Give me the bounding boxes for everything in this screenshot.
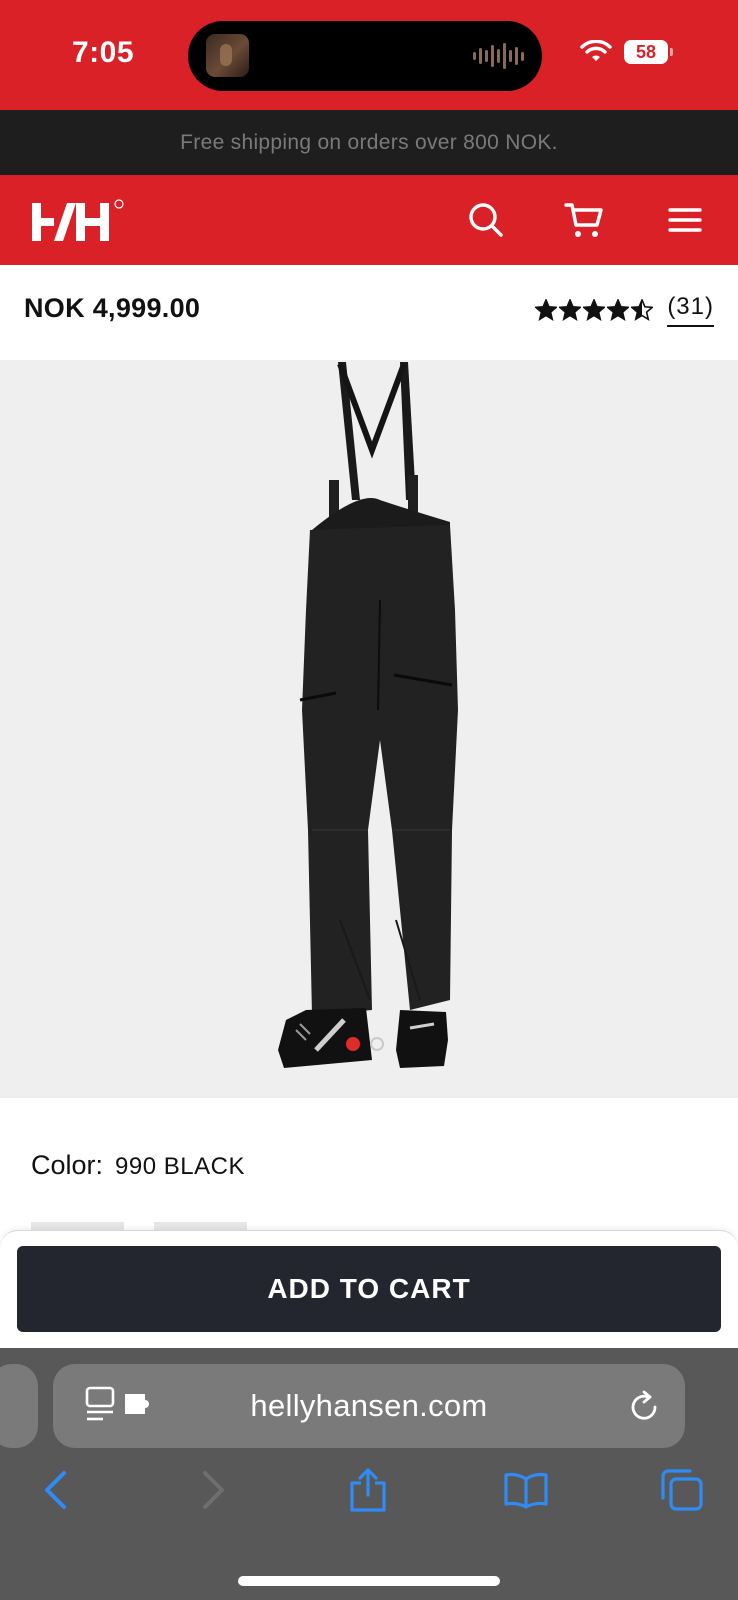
tabs-icon	[661, 1469, 703, 1511]
price-rating-row: NOK 4,999.00 (31)	[0, 265, 738, 360]
status-time: 7:05	[72, 36, 135, 69]
browser-bottom-bar: hellyhansen.com	[0, 1348, 738, 1600]
search-button[interactable]	[463, 197, 509, 243]
previous-tab-peek[interactable]	[0, 1364, 38, 1448]
forward-icon	[203, 1471, 224, 1509]
star-full-icon	[535, 299, 558, 321]
rating-stars	[535, 299, 654, 321]
battery-indicator: 58	[624, 40, 673, 64]
bookmarks-button[interactable]	[502, 1466, 550, 1514]
promo-banner: Free shipping on orders over 800 NOK.	[0, 110, 738, 175]
cart-icon	[564, 203, 603, 237]
star-full-icon	[583, 299, 606, 321]
color-value: 990 BLACK	[115, 1153, 245, 1180]
wifi-icon	[580, 40, 612, 61]
tabs-button[interactable]	[658, 1466, 706, 1514]
menu-button[interactable]	[662, 197, 708, 243]
carousel-dot-active[interactable]	[346, 1037, 360, 1051]
product-price: NOK 4,999.00	[24, 293, 201, 323]
bookmarks-icon	[504, 1472, 548, 1509]
browser-toolbar	[0, 1466, 738, 1530]
audio-waveform-icon	[473, 43, 524, 69]
hh-logo-icon[interactable]	[30, 197, 130, 245]
star-full-icon	[607, 299, 630, 321]
product-photo-bib-pants	[278, 362, 458, 1068]
dynamic-island[interactable]	[188, 21, 542, 91]
star-full-icon	[559, 299, 582, 321]
add-to-cart-button[interactable]: ADD TO CART	[17, 1246, 721, 1332]
share-button[interactable]	[344, 1466, 392, 1514]
promo-text: Free shipping on orders over 800 NOK.	[180, 130, 558, 154]
color-selection-row: Color: 990 BLACK	[31, 1150, 245, 1181]
carousel-dots[interactable]	[346, 1037, 384, 1051]
back-button[interactable]	[31, 1466, 79, 1514]
product-rating[interactable]: (31)	[535, 293, 714, 327]
site-header	[0, 175, 738, 265]
share-icon	[350, 1468, 386, 1512]
reload-icon[interactable]	[627, 1390, 661, 1424]
carousel-dot[interactable]	[370, 1037, 384, 1051]
now-playing-artwork	[206, 34, 249, 77]
product-image-carousel[interactable]	[0, 360, 738, 1098]
forward-button[interactable]	[190, 1466, 238, 1514]
back-icon	[45, 1471, 66, 1509]
home-indicator	[238, 1576, 500, 1586]
review-count-link[interactable]: (31)	[667, 293, 714, 327]
hamburger-menu-icon	[668, 208, 702, 232]
star-half-icon	[631, 299, 654, 321]
address-bar[interactable]: hellyhansen.com	[53, 1364, 685, 1448]
status-icons: 58	[580, 40, 673, 64]
search-icon	[469, 203, 503, 237]
cart-button[interactable]	[561, 197, 607, 243]
url-text: hellyhansen.com	[250, 1388, 488, 1423]
color-label: Color:	[31, 1150, 104, 1180]
status-bar: 7:05 58	[0, 0, 738, 110]
add-to-cart-sheet: ADD TO CART	[0, 1230, 738, 1348]
